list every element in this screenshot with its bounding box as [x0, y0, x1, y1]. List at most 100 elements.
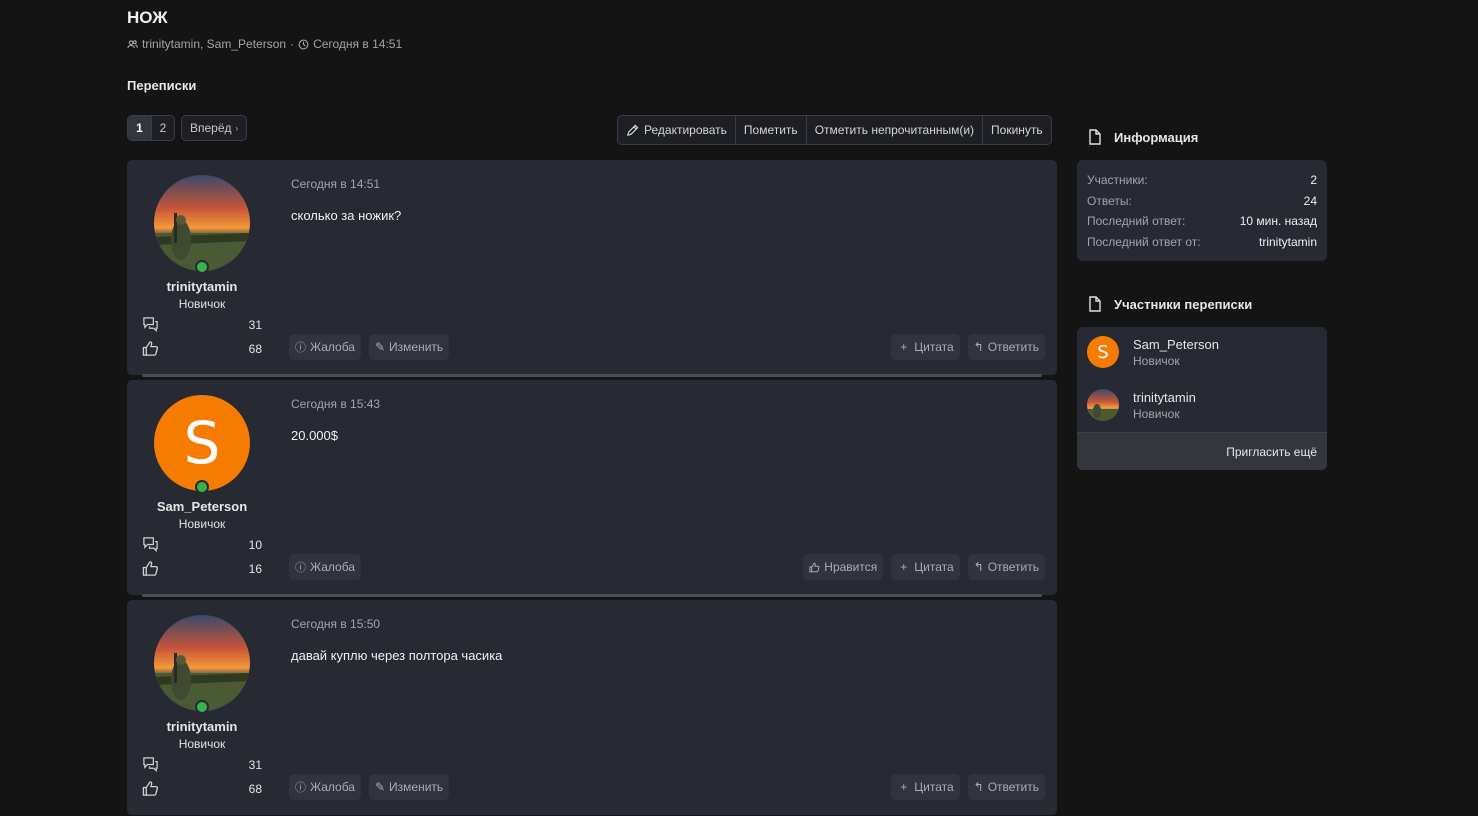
- pencil-icon: ✎: [374, 780, 386, 794]
- users-icon: [127, 39, 138, 48]
- reply-button[interactable]: ↰ Ответить: [967, 554, 1045, 580]
- quote-label: Цитата: [914, 560, 954, 574]
- plus-icon: +: [900, 340, 908, 354]
- likes-value: 68: [248, 781, 262, 796]
- thumbs-up-icon: [142, 781, 159, 796]
- quote-button[interactable]: + Цитата: [891, 554, 960, 580]
- member-name[interactable]: Sam_Peterson: [1133, 337, 1219, 352]
- messages-icon: [143, 317, 158, 333]
- member-avatar[interactable]: [1087, 389, 1119, 421]
- reply-label: Ответить: [987, 340, 1039, 354]
- member-item[interactable]: trinitytamin Новичок: [1087, 389, 1196, 421]
- message-user-block: trinitytamin Новичок 31 68: [127, 160, 277, 375]
- like-label: Нравится: [824, 560, 878, 574]
- report-icon: ⓘ: [295, 782, 306, 794]
- report-icon: ⓘ: [295, 562, 306, 574]
- post-username[interactable]: trinitytamin: [127, 719, 277, 734]
- document-icon: [1089, 296, 1101, 312]
- post-left-actions: ⓘ Жалоба ✎ Изменить: [289, 774, 450, 800]
- quote-button[interactable]: + Цитата: [891, 774, 960, 800]
- post-date[interactable]: Сегодня в 15:43: [291, 397, 380, 411]
- post-date[interactable]: Сегодня в 14:51: [291, 177, 380, 191]
- mark-button[interactable]: Пометить: [734, 116, 806, 144]
- messages-icon: [143, 537, 158, 553]
- member-name[interactable]: trinitytamin: [1133, 390, 1196, 405]
- members-panel: S Sam_Peterson Новичок trinitytamin Нови…: [1077, 327, 1327, 470]
- member-item[interactable]: S Sam_Peterson Новичок: [1087, 336, 1219, 368]
- post-user-role: Новичок: [178, 517, 226, 531]
- messages-icon: [143, 757, 158, 773]
- message-post: S Sam_Peterson Новичок 10 16 Сегодня в 1…: [127, 380, 1057, 597]
- report-button[interactable]: ⓘ Жалоба: [289, 334, 361, 360]
- info-value[interactable]: 10 мин. назад: [1240, 214, 1317, 235]
- report-button[interactable]: ⓘ Жалоба: [289, 774, 361, 800]
- meta-separator: ·: [290, 37, 295, 51]
- avatar[interactable]: [154, 615, 250, 711]
- pencil-icon: [626, 124, 639, 136]
- reply-label: Ответить: [987, 780, 1039, 794]
- post-user-role: Новичок: [178, 297, 226, 311]
- online-indicator: [195, 260, 209, 274]
- edit-post-button[interactable]: ✎ Изменить: [368, 334, 450, 360]
- info-panel: Участники: 2 Ответы: 24 Последний ответ: 10…: [1077, 160, 1327, 261]
- like-button[interactable]: Нравится: [803, 554, 884, 580]
- reply-icon: ↰: [973, 560, 984, 574]
- reply-button[interactable]: ↰ Ответить: [967, 334, 1045, 360]
- report-label: Жалоба: [310, 560, 355, 574]
- info-row: Последний ответ от: trinitytamin: [1087, 235, 1317, 256]
- message-post: trinitytamin Новичок 31 68 Сегодня в 14:…: [127, 160, 1057, 377]
- members-heading: Участники переписки: [1088, 296, 1252, 312]
- thumbs-up-icon: [142, 561, 159, 576]
- members-title: Участники переписки: [1114, 296, 1253, 312]
- quote-button[interactable]: + Цитата: [891, 334, 960, 360]
- post-right-actions: + Цитата ↰ Ответить: [891, 774, 1045, 800]
- thread-participants[interactable]: trinitytamin, Sam_Peterson: [142, 37, 286, 51]
- messages-value: 31: [248, 317, 262, 332]
- post-right-actions: + Цитата ↰ Ответить: [891, 334, 1045, 360]
- invite-more-button[interactable]: Пригласить ещё: [1077, 432, 1327, 470]
- leave-button[interactable]: Покинуть: [982, 116, 1051, 144]
- info-heading: Информация: [1088, 129, 1198, 145]
- pencil-icon: ✎: [374, 340, 386, 354]
- info-label: Участники:: [1087, 173, 1148, 187]
- edit-post-button[interactable]: ✎ Изменить: [368, 774, 450, 800]
- member-avatar[interactable]: S: [1087, 336, 1119, 368]
- post-left-actions: ⓘ Жалоба ✎ Изменить: [289, 334, 450, 360]
- message-post: trinitytamin Новичок 31 68 Сегодня в 15:…: [127, 600, 1057, 815]
- info-row: Ответы: 24: [1087, 194, 1317, 215]
- avatar[interactable]: [154, 175, 250, 271]
- thread-time: Сегодня в 14:51: [313, 37, 403, 51]
- reply-icon: ↰: [973, 340, 984, 354]
- info-title: Информация: [1114, 129, 1199, 145]
- post-date[interactable]: Сегодня в 15:50: [291, 617, 380, 631]
- mark-unread-button[interactable]: Отметить непрочитанным(и): [805, 116, 982, 144]
- post-user-role: Новичок: [178, 737, 226, 751]
- reply-button[interactable]: ↰ Ответить: [967, 774, 1045, 800]
- reply-icon: ↰: [973, 780, 984, 794]
- post-username[interactable]: Sam_Peterson: [127, 499, 277, 514]
- likes-count: 68: [142, 780, 262, 797]
- info-value[interactable]: trinitytamin: [1259, 235, 1317, 256]
- plus-icon: +: [900, 560, 908, 574]
- edit-post-label: Изменить: [389, 340, 444, 354]
- edit-post-label: Изменить: [389, 780, 444, 794]
- post-username[interactable]: trinitytamin: [127, 279, 277, 294]
- edit-button[interactable]: Редактировать: [618, 116, 735, 144]
- document-icon: [1089, 129, 1101, 145]
- avatar[interactable]: S: [154, 395, 250, 491]
- member-role: Новичок: [1133, 353, 1180, 368]
- post-divider: [142, 374, 1042, 377]
- messages-count: 31: [142, 756, 262, 773]
- sunset-soldier-avatar-image: [154, 615, 250, 711]
- breadcrumb[interactable]: Переписки: [127, 78, 196, 93]
- report-button[interactable]: ⓘ Жалоба: [289, 554, 361, 580]
- page-2-button[interactable]: 2: [151, 116, 174, 140]
- page-1-button[interactable]: 1: [128, 116, 151, 140]
- pagination: 1 2 Вперёд ›: [127, 115, 248, 141]
- next-page-button[interactable]: Вперёд ›: [181, 115, 248, 141]
- messages-value: 10: [248, 537, 262, 552]
- edit-label: Редактировать: [644, 123, 727, 137]
- thread-actions: Редактировать Пометить Отметить непрочит…: [617, 115, 1052, 145]
- report-label: Жалоба: [310, 780, 355, 794]
- info-row: Участники: 2: [1087, 173, 1317, 194]
